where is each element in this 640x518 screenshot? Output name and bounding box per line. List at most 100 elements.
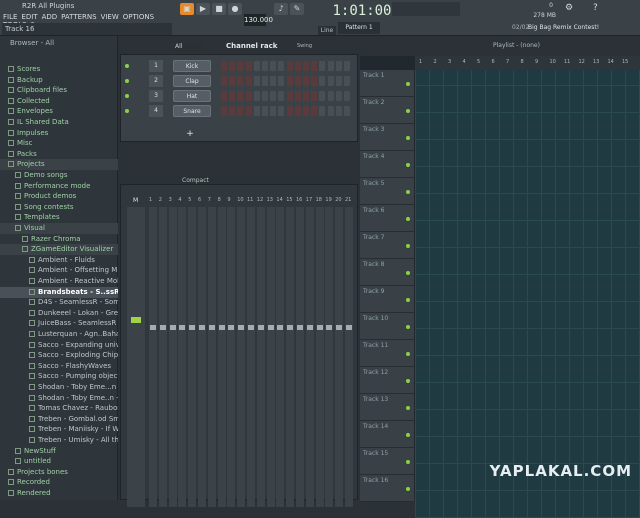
step-button[interactable] bbox=[253, 76, 260, 86]
step-button[interactable] bbox=[319, 91, 326, 101]
step-button[interactable] bbox=[270, 76, 277, 86]
mixer-insert-strip[interactable]: 14 bbox=[276, 197, 285, 507]
track-mute-led[interactable] bbox=[406, 271, 410, 275]
step-button[interactable] bbox=[311, 76, 318, 86]
insert-fader[interactable] bbox=[326, 325, 333, 330]
master-fader[interactable] bbox=[131, 317, 141, 323]
mixer-insert-strip[interactable]: 19 bbox=[325, 197, 334, 507]
step-button[interactable] bbox=[262, 91, 268, 101]
insert-fader[interactable] bbox=[159, 325, 166, 330]
step-button[interactable] bbox=[253, 91, 260, 101]
pattern-song-toggle[interactable]: ▣ bbox=[180, 3, 194, 15]
channel-name-button[interactable]: Clap bbox=[173, 75, 211, 87]
insert-fader[interactable] bbox=[346, 325, 352, 330]
step-button[interactable] bbox=[221, 61, 227, 71]
browser-item[interactable]: Collected bbox=[0, 96, 118, 107]
browser-item[interactable]: Demo songs bbox=[0, 170, 118, 181]
step-button[interactable] bbox=[311, 106, 318, 116]
play-button[interactable]: ▶ bbox=[196, 3, 210, 15]
mixer-insert-strip[interactable]: 20 bbox=[335, 197, 344, 507]
step-button[interactable] bbox=[229, 76, 236, 86]
step-button[interactable] bbox=[229, 106, 236, 116]
news-ticker[interactable]: Big Bag Remix Contest! bbox=[528, 24, 638, 34]
step-button[interactable] bbox=[278, 106, 285, 116]
step-button[interactable] bbox=[294, 76, 301, 86]
browser-item[interactable]: Sacco - FlashyWaves bbox=[0, 361, 118, 372]
insert-fader[interactable] bbox=[248, 325, 254, 330]
playlist-track-header[interactable]: Track 11 bbox=[360, 340, 414, 367]
browser-item[interactable]: ZGameEditor Visualizer bbox=[0, 244, 118, 256]
browser-item[interactable]: Lusterquan - Agn..Bahane Bana Kar bbox=[0, 329, 118, 340]
menu-item-file[interactable]: FILE bbox=[3, 13, 17, 21]
step-button[interactable] bbox=[221, 91, 227, 101]
channel-mute-toggle[interactable] bbox=[125, 79, 129, 83]
track-mute-led[interactable] bbox=[406, 244, 410, 248]
browser-item[interactable]: Sacco - Pumping objects bbox=[0, 371, 118, 382]
step-button[interactable] bbox=[253, 106, 260, 116]
insert-fader[interactable] bbox=[257, 325, 264, 330]
track-mute-led[interactable] bbox=[406, 487, 410, 491]
browser-item[interactable]: Ambient - Fluids bbox=[0, 255, 118, 266]
browser-item[interactable]: Ambient - Offsetting Mixture bbox=[0, 265, 118, 276]
insert-fader[interactable] bbox=[189, 325, 196, 330]
step-button[interactable] bbox=[278, 91, 285, 101]
mixer-insert-strip[interactable]: 4 bbox=[178, 197, 187, 507]
insert-fader[interactable] bbox=[336, 325, 343, 330]
channel-mute-toggle[interactable] bbox=[125, 64, 129, 68]
mixer-insert-strip[interactable]: 2 bbox=[158, 197, 167, 507]
snap-mode[interactable]: Line bbox=[318, 26, 336, 35]
track-mute-led[interactable] bbox=[406, 406, 410, 410]
browser-item[interactable]: Misc bbox=[0, 138, 118, 149]
menu-item-options[interactable]: OPTIONS bbox=[123, 13, 154, 21]
step-button[interactable] bbox=[286, 76, 293, 86]
browser-item[interactable]: Treben - Maniisky - If We Try bbox=[0, 424, 118, 435]
browser-item[interactable]: Tomas Chavez - Raubona - LIFE bbox=[0, 403, 118, 414]
step-button[interactable] bbox=[344, 76, 350, 86]
browser-item[interactable]: Treben - Gombal.od Sman - Rawli bbox=[0, 414, 118, 425]
browser-item[interactable]: Packs bbox=[0, 149, 118, 160]
mixer-insert-strip[interactable]: 21 bbox=[345, 197, 353, 507]
step-button[interactable] bbox=[229, 61, 236, 71]
step-button[interactable] bbox=[253, 61, 260, 71]
tools-icon[interactable]: ✎ bbox=[290, 3, 304, 15]
step-button[interactable] bbox=[245, 76, 252, 86]
step-button[interactable] bbox=[237, 91, 244, 101]
record-button[interactable]: ● bbox=[228, 3, 242, 15]
track-mute-led[interactable] bbox=[406, 163, 410, 167]
insert-fader[interactable] bbox=[218, 325, 225, 330]
browser-item[interactable]: Product demos bbox=[0, 191, 118, 202]
channel-number[interactable]: 2 bbox=[149, 75, 163, 87]
menu-item-add[interactable]: ADD bbox=[42, 13, 58, 21]
browser-item[interactable]: Rendered bbox=[0, 488, 118, 499]
step-button[interactable] bbox=[303, 76, 309, 86]
step-button[interactable] bbox=[237, 106, 244, 116]
step-button[interactable] bbox=[294, 91, 301, 101]
track-mute-led[interactable] bbox=[406, 217, 410, 221]
insert-fader[interactable] bbox=[306, 325, 313, 330]
track-mute-led[interactable] bbox=[406, 190, 410, 194]
browser-item[interactable]: Sacco - Exploding Chips bbox=[0, 350, 118, 361]
channel-name-button[interactable]: Kick bbox=[173, 60, 211, 72]
mixer-insert-strip[interactable]: 18 bbox=[315, 197, 324, 507]
step-button[interactable] bbox=[319, 76, 326, 86]
browser-item[interactable]: Shodan - Toby Eme..n - Fall Silently bbox=[0, 393, 118, 404]
channel-name-button[interactable]: Hat bbox=[173, 90, 211, 102]
playlist-grid[interactable] bbox=[415, 70, 640, 518]
tempo-display[interactable]: 130.000 bbox=[244, 14, 273, 26]
step-button[interactable] bbox=[344, 106, 350, 116]
step-button[interactable] bbox=[270, 61, 277, 71]
step-button[interactable] bbox=[311, 61, 318, 71]
track-mute-led[interactable] bbox=[406, 325, 410, 329]
step-button[interactable] bbox=[278, 76, 285, 86]
step-button[interactable] bbox=[344, 91, 350, 101]
playlist-track-header[interactable]: Track 1 bbox=[360, 70, 414, 97]
browser-item[interactable]: Impulses bbox=[0, 128, 118, 139]
step-button[interactable] bbox=[286, 61, 293, 71]
insert-fader[interactable] bbox=[297, 325, 303, 330]
browser-item[interactable]: Treben - Umisky - All the same bbox=[0, 435, 118, 446]
step-button[interactable] bbox=[327, 91, 334, 101]
insert-fader[interactable] bbox=[287, 325, 294, 330]
step-button[interactable] bbox=[221, 106, 227, 116]
browser-item[interactable]: Dunkeeel - Lokan - Greyscale bbox=[0, 308, 118, 319]
playlist-track-header[interactable]: Track 15 bbox=[360, 448, 414, 475]
